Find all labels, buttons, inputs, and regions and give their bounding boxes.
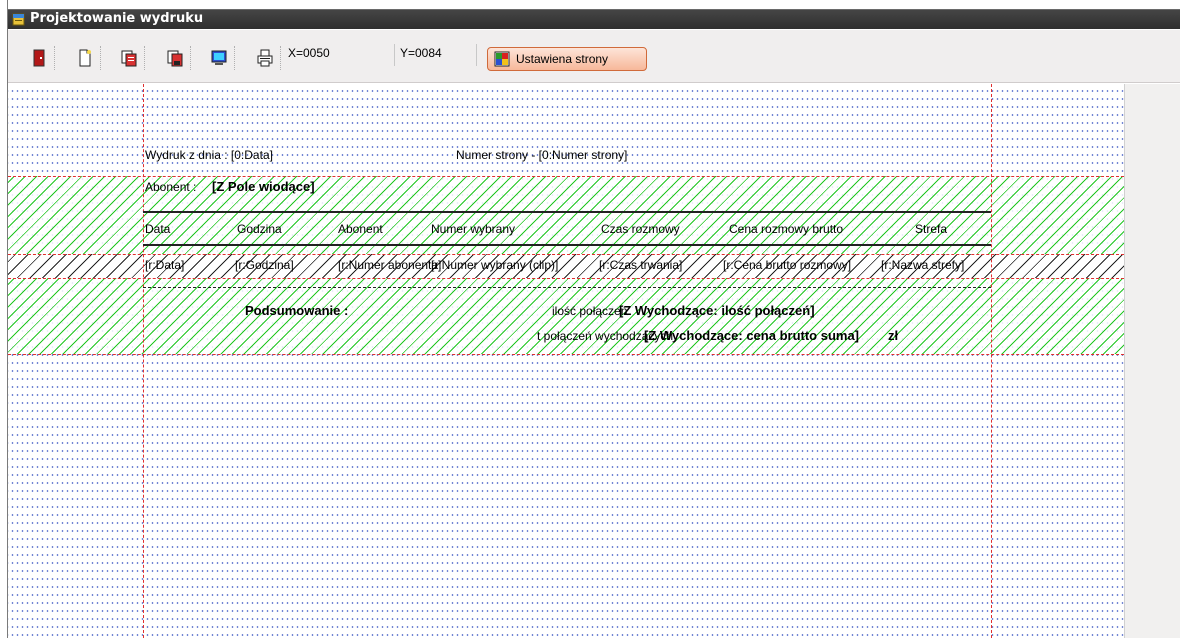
band-boundary-line [8,176,1124,177]
band-boundary-line [8,278,1124,279]
detail-field-duration[interactable]: [r:Czas trwania] [599,258,682,272]
summary-call-count-label[interactable]: ilość połączeń [552,304,627,318]
toolbar-separator [144,46,147,70]
save-report-icon[interactable] [164,47,186,69]
x-coordinate-readout: X=0050 [288,46,330,60]
column-header-zone[interactable]: Strefa [915,222,947,236]
page-setup-icon [494,51,510,67]
left-margin-guide [143,84,144,638]
right-margin-guide [991,84,992,638]
detail-field-zone-name[interactable]: [r:Nazwa strefy] [881,258,964,272]
column-header-time[interactable]: Godzina [237,222,282,236]
exit-door-icon[interactable] [28,47,50,69]
page-setup-label: Ustawiena strony [516,52,609,66]
toolbar-separator [234,46,237,70]
detail-field-subscriber-number[interactable]: [r:Numer abonenta] [338,258,441,272]
detail-field-dialed-number[interactable]: [r:Numer wybrany (clip)] [431,258,558,272]
band-boundary-line [8,354,1124,355]
column-header-top-rule [143,211,991,213]
open-report-icon[interactable] [118,47,140,69]
column-header-call-duration[interactable]: Czas rozmowy [601,222,680,236]
title-bar: Projektowanie wydruku [8,9,1180,29]
report-design-canvas[interactable]: Wydruk z dnia : [0:Data] Numer strony - … [8,84,1180,638]
column-header-gross-price[interactable]: Cena rozmowy brutto [729,222,843,236]
toolbar-separator [280,46,283,70]
column-header-subscriber[interactable]: Abonent [338,222,383,236]
window-title: Projektowanie wydruku [30,11,204,26]
canvas-right-margin [1124,84,1180,638]
band-boundary-line [8,254,1124,255]
app-icon [12,13,25,26]
y-coordinate-readout: Y=0084 [400,46,442,60]
detail-field-gross-price[interactable]: [r:Cena brutto rozmowy] [723,258,851,272]
detail-field-date[interactable]: [r:Data] [145,258,184,272]
column-header-date[interactable]: Data [145,222,170,236]
summary-call-count-field[interactable]: [Z Wychodzące: ilość połączeń] [619,303,815,318]
new-page-icon[interactable] [74,47,96,69]
print-icon[interactable] [254,47,276,69]
detail-field-time[interactable]: [r:Godzina] [235,258,294,272]
summary-title[interactable]: Podsumowanie : [245,303,348,318]
subscriber-leading-field[interactable]: [Z Pole wiodące] [212,179,315,194]
toolbar: X=0050 Y=0084 Ustawiena strony [8,30,1180,83]
summary-top-rule [143,287,991,288]
toolbar-separator [190,46,193,70]
page-setup-button[interactable]: Ustawiena strony [487,47,647,71]
summary-price-field[interactable]: [Z Wychodzące: cena brutto suma] [644,328,859,343]
toolbar-separator [394,44,395,66]
summary-currency-unit[interactable]: zł [888,328,898,343]
toolbar-separator [100,46,103,70]
preview-monitor-icon[interactable] [208,47,230,69]
print-date-field[interactable]: Wydruk z dnia : [0:Data] [145,148,273,162]
window-left-edge [0,0,8,638]
toolbar-separator [476,44,477,66]
toolbar-separator [54,46,57,70]
column-header-bottom-rule [143,244,991,246]
column-header-dialed-number[interactable]: Numer wybrany [431,222,515,236]
page-number-field[interactable]: Numer strony - [0:Numer strony] [456,148,627,162]
subscriber-label[interactable]: Abonent : [145,180,196,194]
